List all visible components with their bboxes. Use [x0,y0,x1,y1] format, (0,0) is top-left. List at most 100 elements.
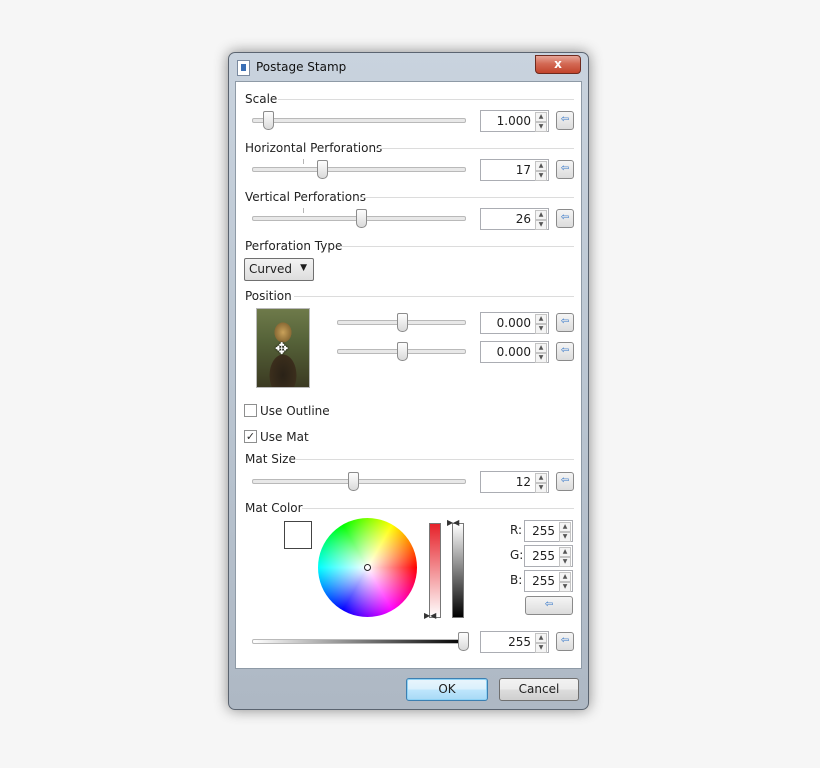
cancel-button[interactable]: Cancel [499,678,579,701]
spin-up-icon[interactable]: ▲ [535,473,547,483]
use-outline-checkbox[interactable] [244,404,257,417]
chevron-down-icon: ▼ [300,263,307,273]
spin-up-icon[interactable]: ▲ [535,210,547,220]
reset-arrow-icon: ⇦ [560,163,570,174]
saturation-marker-icon[interactable]: ▶◀ [424,611,436,620]
spin-down-icon[interactable]: ▼ [535,220,547,230]
horizontal-perforations-slider-thumb[interactable] [317,160,328,179]
spin-buttons[interactable]: ▲ ▼ [559,572,571,592]
spin-down-icon[interactable]: ▼ [535,353,547,363]
use-outline-label[interactable]: Use Outline [260,404,330,418]
spin-buttons[interactable]: ▲ ▼ [535,210,547,230]
spin-down-icon[interactable]: ▼ [535,483,547,493]
vertical-perforations-numeric-input[interactable]: 26 ▲ ▼ [480,208,549,230]
scale-slider-track[interactable] [252,118,466,123]
mat-color-swatch[interactable] [284,521,312,549]
spin-buttons[interactable]: ▲ ▼ [535,633,547,653]
ok-button[interactable]: OK [406,678,488,701]
divider [296,459,574,460]
green-value: 255 [532,549,555,563]
spin-up-icon[interactable]: ▲ [535,314,547,324]
spin-up-icon[interactable]: ▲ [559,522,571,532]
horizontal-perforations-value: 17 [515,163,531,177]
position-label: Position [245,289,292,303]
mat-size-numeric-input[interactable]: 12 ▲ ▼ [480,471,549,493]
title-bar[interactable]: Postage Stamp x [229,53,588,81]
spin-down-icon[interactable]: ▼ [559,532,571,542]
spin-down-icon[interactable]: ▼ [535,122,547,132]
spin-buttons[interactable]: ▲ ▼ [559,547,571,567]
position-x-numeric-input[interactable]: 0.000 ▲ ▼ [480,312,549,334]
reset-arrow-icon: ⇦ [560,316,570,327]
saturation-bar[interactable] [429,523,441,618]
alpha-reset-button[interactable]: ⇦ [556,632,574,651]
color-wheel[interactable] [318,518,417,617]
reset-arrow-icon: ⇦ [544,599,554,610]
spin-down-icon[interactable]: ▼ [535,324,547,334]
horizontal-perforations-numeric-input[interactable]: 17 ▲ ▼ [480,159,549,181]
perforation-type-dropdown[interactable]: Curved ▼ [244,258,314,281]
vertical-perforations-slider-thumb[interactable] [356,209,367,228]
spin-down-icon[interactable]: ▼ [559,557,571,567]
alpha-slider-track[interactable] [252,639,466,644]
divider [278,99,574,100]
spin-up-icon[interactable]: ▲ [535,343,547,353]
value-bar[interactable] [452,523,464,618]
spin-buttons[interactable]: ▲ ▼ [535,314,547,334]
spin-buttons[interactable]: ▲ ▼ [535,161,547,181]
spin-down-icon[interactable]: ▼ [535,171,547,181]
horizontal-perforations-reset-button[interactable]: ⇦ [556,160,574,179]
spin-up-icon[interactable]: ▲ [535,112,547,122]
green-numeric-input[interactable]: 255 ▲ ▼ [524,545,573,567]
move-cursor-icon: ✥ [275,339,289,358]
vertical-perforations-reset-button[interactable]: ⇦ [556,209,574,228]
value-marker-icon[interactable]: ▶◀ [447,518,459,527]
scale-reset-button[interactable]: ⇦ [556,111,574,130]
position-x-slider-thumb[interactable] [397,313,408,332]
position-y-slider-thumb[interactable] [397,342,408,361]
position-y-numeric-input[interactable]: 0.000 ▲ ▼ [480,341,549,363]
dialog-content: Scale 1.000 ▲ ▼ ⇦ Horizontal Perforations… [235,81,582,669]
divider [294,296,574,297]
spin-up-icon[interactable]: ▲ [535,633,547,643]
mat-size-slider-thumb[interactable] [348,472,359,491]
alpha-slider-thumb[interactable] [458,632,469,651]
red-numeric-input[interactable]: 255 ▲ ▼ [524,520,573,542]
reset-arrow-icon: ⇦ [560,114,570,125]
use-mat-checkbox[interactable]: ✓ [244,430,257,443]
spin-up-icon[interactable]: ▲ [535,161,547,171]
scale-numeric-input[interactable]: 1.000 ▲ ▼ [480,110,549,132]
checkmark-icon: ✓ [245,430,256,443]
spin-down-icon[interactable]: ▼ [559,582,571,592]
position-preview-image[interactable]: ✥ [256,308,310,388]
mat-size-reset-button[interactable]: ⇦ [556,472,574,491]
perforation-type-label: Perforation Type [245,239,343,253]
position-x-reset-button[interactable]: ⇦ [556,313,574,332]
red-label: R: [510,523,523,537]
divider [302,508,574,509]
spin-down-icon[interactable]: ▼ [535,643,547,653]
horizontal-perforations-slider-track[interactable] [252,167,466,172]
blue-value: 255 [532,574,555,588]
spin-buttons[interactable]: ▲ ▼ [535,112,547,132]
scale-value: 1.000 [496,114,531,128]
reset-arrow-icon: ⇦ [560,212,570,223]
color-wheel-cursor[interactable] [364,564,371,571]
position-y-reset-button[interactable]: ⇦ [556,342,574,361]
spin-buttons[interactable]: ▲ ▼ [535,343,547,363]
app-icon [237,60,250,76]
spin-buttons[interactable]: ▲ ▼ [559,522,571,542]
blue-label: B: [510,573,523,587]
spin-up-icon[interactable]: ▲ [559,572,571,582]
use-mat-label[interactable]: Use Mat [260,430,309,444]
blue-numeric-input[interactable]: 255 ▲ ▼ [524,570,573,592]
spin-buttons[interactable]: ▲ ▼ [535,473,547,493]
alpha-numeric-input[interactable]: 255 ▲ ▼ [480,631,549,653]
spin-up-icon[interactable]: ▲ [559,547,571,557]
mat-size-slider-track[interactable] [252,479,466,484]
mat-color-reset-button[interactable]: ⇦ [525,596,573,615]
scale-slider-thumb[interactable] [263,111,274,130]
divider [360,197,574,198]
close-button[interactable]: x [535,55,581,74]
divider [340,246,574,247]
